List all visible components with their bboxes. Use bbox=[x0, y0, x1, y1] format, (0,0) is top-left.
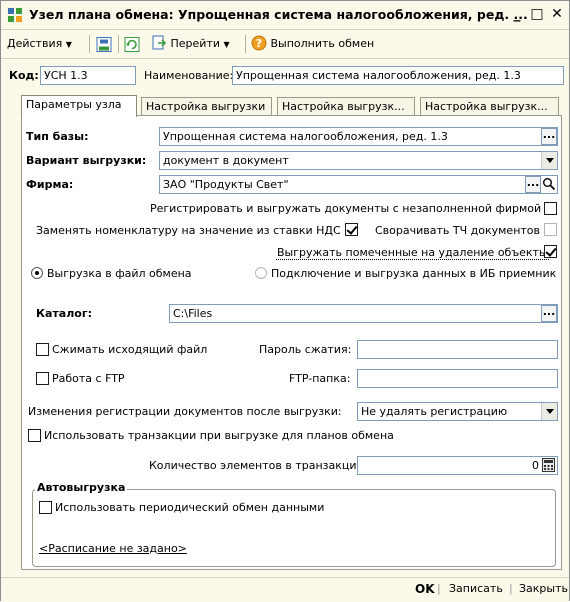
toolbar-divider bbox=[245, 35, 246, 53]
catalog-field[interactable]: C:\Files bbox=[169, 304, 558, 323]
name-field[interactable]: Упрощенная система налогообложения, ред.… bbox=[232, 66, 564, 85]
radio-export-to-file[interactable] bbox=[31, 267, 43, 279]
export-deleted-label: Выгружать помеченные на удаление объекты bbox=[276, 246, 549, 260]
radio-connect-ib[interactable] bbox=[255, 267, 267, 279]
radio-export-to-file-label: Выгрузка в файл обмена bbox=[47, 267, 192, 280]
firm-select-button[interactable]: ... bbox=[525, 176, 541, 193]
run-exchange-label: Выполнить обмен bbox=[270, 37, 375, 50]
search-icon[interactable] bbox=[542, 177, 556, 191]
periodic-exchange-checkbox[interactable] bbox=[39, 501, 52, 514]
register-unfilled-firm-label: Регистрировать и выгружать документы с н… bbox=[150, 202, 542, 215]
tab-strip: Параметры узла Настройка выгрузки Настро… bbox=[21, 95, 561, 117]
maximize-icon[interactable]: □ bbox=[529, 6, 545, 22]
reg-changes-select[interactable]: Не удалять регистрацию bbox=[357, 402, 558, 421]
chevron-down-icon[interactable] bbox=[541, 152, 557, 169]
use-transactions-checkbox[interactable] bbox=[28, 429, 41, 442]
base-type-label: Тип базы: bbox=[26, 130, 89, 143]
refresh-icon[interactable] bbox=[124, 36, 141, 54]
replace-nomenclature-checkbox[interactable] bbox=[345, 223, 358, 236]
chevron-down-icon: ▼ bbox=[65, 40, 72, 49]
tx-count-field[interactable]: 0 bbox=[357, 456, 558, 475]
actions-menu-label: Действия bbox=[7, 37, 63, 50]
ftp-folder-field[interactable] bbox=[357, 369, 558, 388]
compress-password-label: Пароль сжатия: bbox=[259, 343, 352, 356]
collapse-tc-label: Сворачивать ТЧ документов bbox=[375, 224, 540, 237]
base-type-field[interactable]: Упрощенная система налогообложения, ред.… bbox=[159, 127, 558, 146]
goto-menu-label: Перейти bbox=[170, 37, 221, 50]
ftp-checkbox[interactable] bbox=[36, 372, 49, 385]
save-close-icon[interactable] bbox=[96, 36, 113, 54]
exchange-plan-icon bbox=[8, 8, 22, 22]
auto-export-title: Автовыгрузка bbox=[35, 481, 128, 494]
exchange-node-window: Узел плана обмена: Упрощенная система на… bbox=[0, 0, 570, 602]
save-button[interactable]: Записать bbox=[449, 582, 503, 595]
footer-divider: | bbox=[437, 582, 441, 595]
calculator-icon[interactable] bbox=[542, 458, 555, 472]
catalog-label: Каталог: bbox=[36, 307, 92, 320]
collapse-tc-checkbox[interactable] bbox=[544, 223, 557, 236]
export-deleted-checkbox[interactable] bbox=[544, 245, 557, 258]
ftp-label: Работа с FTP bbox=[52, 372, 125, 385]
chevron-down-icon[interactable] bbox=[541, 403, 557, 420]
export-variant-select[interactable]: документ в документ bbox=[159, 151, 558, 170]
tab-export-settings-1[interactable]: Настройка выгрузки bbox=[141, 97, 272, 115]
ftp-folder-label: FTP-папка: bbox=[289, 372, 351, 385]
svg-text:?: ? bbox=[256, 37, 262, 50]
compress-password-field[interactable] bbox=[357, 340, 558, 359]
base-type-select-button[interactable]: ... bbox=[541, 128, 557, 145]
tab-node-params[interactable]: Параметры узла bbox=[21, 95, 137, 117]
goto-menu[interactable]: Перейти ▼ bbox=[151, 35, 230, 53]
firm-label: Фирма: bbox=[26, 178, 74, 191]
tab-export-settings-3[interactable]: Настройка выгрузк... bbox=[420, 97, 559, 115]
title-bar: Узел плана обмена: Упрощенная система на… bbox=[1, 1, 569, 30]
close-icon[interactable]: ✕ bbox=[549, 6, 565, 22]
goto-icon bbox=[152, 35, 167, 50]
minimize-icon[interactable]: _ bbox=[509, 6, 525, 22]
actions-menu[interactable]: Действия ▼ bbox=[7, 35, 72, 53]
bottom-bar: OK | Записать | Закрыть bbox=[1, 577, 569, 602]
tab-export-settings-2[interactable]: Настройка выгрузк... bbox=[277, 97, 415, 115]
toolbar: Действия ▼ Перейти ▼ ? Выполнить обмен bbox=[1, 30, 569, 59]
code-label: Код: bbox=[9, 69, 39, 82]
firm-field[interactable]: ЗАО "Продукты Свет" bbox=[159, 175, 558, 194]
close-button[interactable]: Закрыть bbox=[519, 582, 568, 595]
compress-label: Сжимать исходящий файл bbox=[52, 343, 208, 356]
export-variant-label: Вариант выгрузки: bbox=[26, 154, 147, 167]
use-transactions-label: Использовать транзакции при выгрузке для… bbox=[44, 429, 394, 442]
ok-button[interactable]: OK bbox=[415, 582, 435, 596]
run-exchange-button[interactable]: ? Выполнить обмен bbox=[251, 35, 374, 53]
reg-changes-label: Изменения регистрации документов после в… bbox=[28, 405, 342, 418]
window-title: Узел плана обмена: Упрощенная система на… bbox=[29, 7, 528, 22]
code-field[interactable]: УСН 1.3 bbox=[40, 66, 136, 85]
chevron-down-icon: ▼ bbox=[223, 40, 230, 49]
toolbar-divider bbox=[118, 35, 119, 53]
schedule-link[interactable]: <Расписание не задано> bbox=[39, 542, 187, 555]
periodic-exchange-label: Использовать периодический обмен данными bbox=[55, 501, 325, 514]
radio-connect-ib-label: Подключение и выгрузка данных в ИБ прием… bbox=[271, 267, 557, 280]
compress-checkbox[interactable] bbox=[36, 343, 49, 356]
tx-count-label: Количество элементов в транзакции: bbox=[149, 459, 368, 472]
toolbar-divider bbox=[89, 35, 90, 53]
replace-nomenclature-label: Заменять номенклатуру на значение из ста… bbox=[36, 224, 341, 237]
catalog-select-button[interactable]: ... bbox=[541, 305, 557, 322]
footer-divider: | bbox=[509, 582, 513, 595]
help-icon: ? bbox=[251, 35, 267, 51]
register-unfilled-firm-checkbox[interactable] bbox=[544, 202, 557, 215]
name-label: Наименование: bbox=[144, 69, 234, 82]
